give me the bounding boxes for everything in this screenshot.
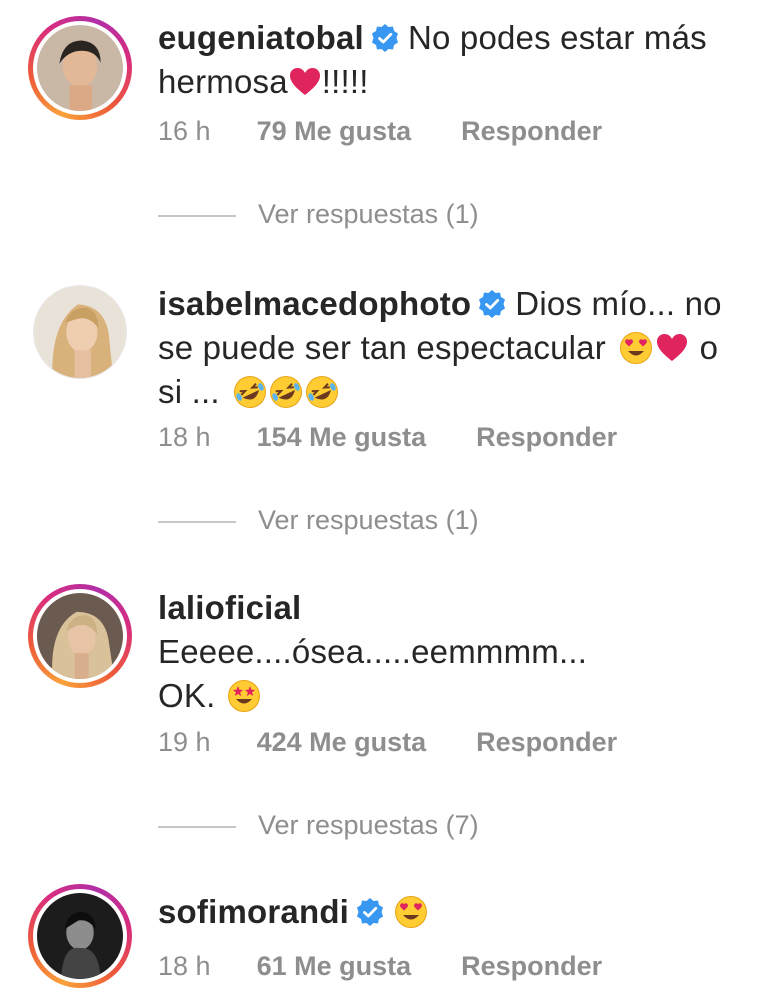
view-replies-button[interactable]: Ver respuestas (7)	[158, 808, 479, 842]
verified-badge-icon	[355, 897, 385, 927]
comment-body: lalioficial Eeeee....ósea.....eemmmm... …	[158, 586, 748, 718]
comment-time: 16 h	[158, 116, 211, 146]
reply-button[interactable]: Responder	[461, 114, 602, 148]
comment-time: 18 h	[158, 422, 211, 452]
comment-time: 18 h	[158, 951, 211, 981]
likes-count[interactable]: 79 Me gusta	[257, 114, 412, 148]
comment-text: o	[699, 329, 719, 366]
comment-username[interactable]: sofimorandi	[158, 893, 349, 930]
comment-meta: 18 h 61 Me gusta Responder	[158, 949, 602, 983]
avatar[interactable]	[28, 884, 132, 988]
avatar[interactable]	[28, 280, 132, 384]
comment-text: !!!!!	[321, 63, 369, 100]
rolling-laughing-emoji-icon	[233, 375, 267, 409]
comment-text: No podes estar más	[407, 19, 707, 56]
rolling-laughing-emoji-icon	[269, 375, 303, 409]
view-replies-label: Ver respuestas (1)	[258, 199, 479, 229]
comment-username[interactable]: eugeniatobal	[158, 19, 364, 56]
reply-button[interactable]: Responder	[476, 725, 617, 759]
red-heart-icon	[288, 65, 322, 99]
heart-eyes-emoji-icon	[619, 331, 653, 365]
view-replies-button[interactable]: Ver respuestas (1)	[158, 197, 479, 231]
likes-count[interactable]: 61 Me gusta	[257, 949, 412, 983]
divider	[158, 825, 236, 828]
comment-text: hermosa	[158, 63, 288, 100]
divider	[158, 520, 236, 523]
heart-eyes-emoji-icon	[394, 895, 428, 929]
comment-text: si ...	[158, 373, 220, 410]
comment-text: OK.	[158, 677, 216, 714]
view-replies-label: Ver respuestas (1)	[258, 505, 479, 535]
comment-body: isabelmacedophoto Dios mío... no se puede…	[158, 282, 748, 414]
likes-count[interactable]: 424 Me gusta	[257, 725, 427, 759]
view-replies-button[interactable]: Ver respuestas (1)	[158, 503, 479, 537]
view-replies-label: Ver respuestas (7)	[258, 810, 479, 840]
comment-meta: 19 h 424 Me gusta Responder	[158, 725, 617, 759]
rolling-laughing-emoji-icon	[305, 375, 339, 409]
comment-time: 19 h	[158, 727, 211, 757]
red-heart-icon	[655, 331, 689, 365]
comment-text: Dios mío... no	[515, 285, 722, 322]
avatar[interactable]	[28, 584, 132, 688]
comment-username[interactable]: lalioficial	[158, 589, 301, 626]
comment-meta: 16 h 79 Me gusta Responder	[158, 114, 602, 148]
comment-meta: 18 h 154 Me gusta Responder	[158, 420, 617, 454]
comment-body: eugeniatobal No podes estar más hermosa!!…	[158, 16, 748, 104]
comment-username[interactable]: isabelmacedophoto	[158, 285, 471, 322]
verified-badge-icon	[370, 23, 400, 53]
star-struck-emoji-icon	[227, 679, 261, 713]
reply-button[interactable]: Responder	[461, 949, 602, 983]
comment-text: Eeeee....ósea.....eemmmm...	[158, 633, 588, 670]
comment-body: sofimorandi	[158, 890, 748, 934]
likes-count[interactable]: 154 Me gusta	[257, 420, 427, 454]
verified-badge-icon	[477, 289, 507, 319]
comment-text: se puede ser tan espectacular	[158, 329, 606, 366]
divider	[158, 214, 236, 217]
avatar[interactable]	[28, 16, 132, 120]
reply-button[interactable]: Responder	[476, 420, 617, 454]
